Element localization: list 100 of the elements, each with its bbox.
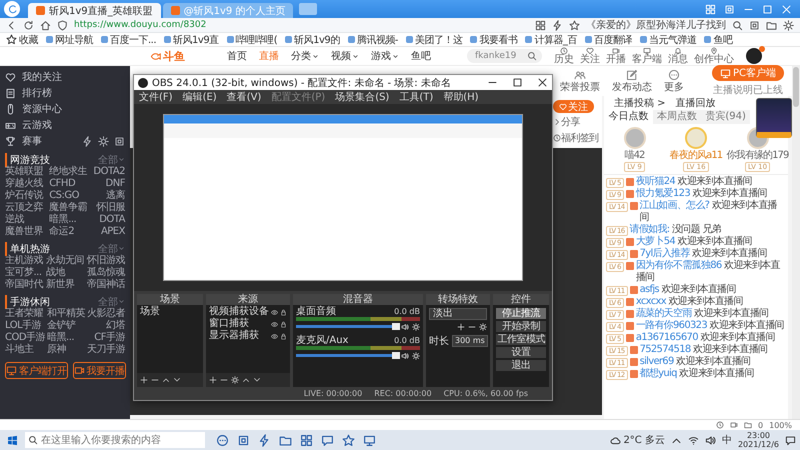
game-link[interactable]: 王者荣耀 — [5, 308, 46, 320]
sidebar-item[interactable]: 资源中心 — [5, 101, 125, 117]
panel-tab[interactable]: 今日点数 — [604, 110, 653, 124]
user-name[interactable]: 喵42 — [624, 150, 645, 161]
control-button[interactable]: 工作室模式 — [496, 334, 546, 345]
game-link[interactable]: 新世界 — [46, 279, 84, 291]
game-link[interactable]: 暗黑... — [49, 214, 88, 226]
game-link[interactable]: 宝可梦... — [5, 267, 43, 279]
panel-tab[interactable]: 贵宾(94) — [701, 110, 750, 124]
header-action[interactable]: 客户端 — [632, 47, 662, 65]
camera-icon[interactable] — [730, 421, 738, 429]
sidebar-button[interactable]: 我要开播 — [72, 362, 126, 379]
eye-icon[interactable] — [271, 332, 278, 340]
clock-icon[interactable] — [716, 421, 724, 429]
bookmark[interactable]: 美团了！这 — [406, 32, 462, 46]
control-button[interactable]: 设置 — [496, 347, 546, 358]
menu-item[interactable]: 编辑(E) — [182, 90, 217, 104]
menu-item[interactable]: 场景集合(S) — [335, 90, 390, 104]
sidebar-button[interactable]: 客户端打开 — [5, 362, 68, 379]
app-icon[interactable] — [342, 434, 355, 446]
sidebar-item[interactable]: 我的关注 — [5, 69, 125, 85]
bookmark[interactable]: 收藏 — [6, 32, 38, 46]
panel-link[interactable]: 直播回放 — [676, 96, 716, 110]
game-link[interactable]: DOTA2 — [93, 166, 125, 178]
duration-field[interactable]: 300 ms — [452, 335, 488, 347]
game-link[interactable]: 主机游戏 — [5, 255, 43, 267]
game-link[interactable]: 炉石传说 — [5, 190, 43, 202]
game-link[interactable]: 原神 — [47, 344, 86, 356]
game-link[interactable]: 天刀手游 — [87, 344, 125, 356]
header-action[interactable]: 历史 — [554, 47, 574, 65]
game-link[interactable]: 幻塔 — [87, 320, 125, 332]
scrollbar[interactable] — [792, 66, 800, 419]
app-icon[interactable] — [258, 434, 271, 446]
game-link[interactable]: CF手游 — [87, 332, 125, 344]
bookmark[interactable]: 当元气弹道 — [640, 32, 696, 46]
nav-link[interactable]: 首页 — [227, 49, 247, 63]
nav-link[interactable]: 分类 — [291, 49, 319, 63]
bookmark[interactable]: 斩风1v9直 — [164, 32, 219, 46]
game-link[interactable]: 和平精英 — [47, 308, 86, 320]
add-icon[interactable] — [209, 376, 217, 384]
source-item[interactable]: 视频捕获设备 — [209, 306, 269, 318]
bookmark[interactable]: 哔哩哔哩( — [226, 32, 278, 46]
refresh-icon[interactable] — [23, 20, 34, 30]
app-icon[interactable] — [300, 434, 313, 446]
bookmark[interactable]: 百度翻译 — [584, 32, 632, 46]
transition-select[interactable]: 淡出 — [429, 308, 487, 320]
avatar[interactable] — [746, 48, 762, 64]
game-link[interactable]: DNF — [93, 178, 125, 190]
settings-icon[interactable] — [783, 20, 794, 30]
game-link[interactable]: 孤岛惊魂 — [87, 267, 125, 279]
game-link[interactable]: 帝国时代 — [5, 279, 43, 291]
game-link[interactable]: 逃离 — [93, 190, 125, 202]
star-icon[interactable] — [569, 20, 580, 30]
game-link[interactable]: APEX — [93, 226, 125, 238]
game-link[interactable]: CFHD — [49, 178, 88, 190]
room-tool[interactable]: 发布动态 — [612, 69, 652, 93]
news-headline[interactable]: 《亲爱的》原型孙海洋儿子找到 — [586, 18, 726, 32]
maximize-icon[interactable] — [512, 77, 523, 88]
game-link[interactable]: 穿越火线 — [5, 178, 43, 190]
more-link[interactable]: 全部 — [98, 242, 125, 256]
nav-link[interactable]: 视频 — [331, 49, 359, 63]
search-icon[interactable] — [527, 51, 537, 61]
eye-icon[interactable] — [271, 320, 278, 328]
game-link[interactable]: 战地 — [46, 267, 84, 279]
taskbar-search-field[interactable]: 在这里输入你要搜索的内容 — [25, 432, 205, 448]
speaker-icon[interactable] — [704, 434, 716, 446]
game-link[interactable]: CS:GO — [49, 190, 88, 202]
search-icon[interactable] — [732, 20, 743, 30]
header-action[interactable]: 关注 — [580, 47, 600, 65]
eye-icon[interactable] — [271, 308, 278, 316]
clock-time[interactable]: 23:00 — [746, 431, 770, 440]
game-link[interactable]: 怀旧服 — [93, 202, 125, 214]
folder-icon[interactable] — [766, 20, 777, 30]
volume-slider[interactable] — [296, 354, 398, 357]
wifi-icon[interactable] — [688, 434, 699, 446]
pc-client-button[interactable]: PC客户端 — [712, 65, 784, 81]
game-link[interactable]: 金铲铲 — [47, 320, 86, 332]
nav-link[interactable]: 直播 — [259, 49, 279, 63]
source-item[interactable]: 窗口捕获 — [209, 318, 269, 330]
control-button[interactable]: 退出 — [496, 360, 546, 371]
game-link[interactable]: 永劫无间 — [46, 255, 84, 267]
panel-tab[interactable]: 本周点数 — [652, 110, 702, 124]
chat-icon[interactable] — [321, 434, 334, 446]
lock-icon[interactable] — [280, 308, 287, 316]
lock-icon[interactable] — [280, 320, 287, 328]
add-icon[interactable] — [457, 323, 465, 331]
header-action[interactable]: 创作中心 — [694, 47, 734, 65]
weather-widget[interactable]: 2°C 多云 — [610, 433, 665, 447]
game-link[interactable]: LOL手游 — [5, 320, 46, 332]
room-tool[interactable]: 荣誉投票 — [560, 69, 600, 93]
panel-link[interactable]: 主播投稿 > — [614, 96, 666, 110]
game-link[interactable]: 火影忍者 — [87, 308, 125, 320]
more-link[interactable]: 全部 — [98, 294, 125, 308]
bookmark[interactable]: 鱼吧 — [704, 32, 732, 46]
header-action[interactable]: 消息 — [668, 47, 688, 65]
bookmark[interactable]: 计算器_百 — [525, 32, 577, 46]
download-count[interactable]: 0 — [758, 420, 764, 430]
address-field[interactable]: https://www.douyu.com/8302 — [74, 20, 334, 30]
promo-banner[interactable] — [756, 98, 792, 138]
game-link[interactable]: 英雄联盟 — [5, 166, 43, 178]
